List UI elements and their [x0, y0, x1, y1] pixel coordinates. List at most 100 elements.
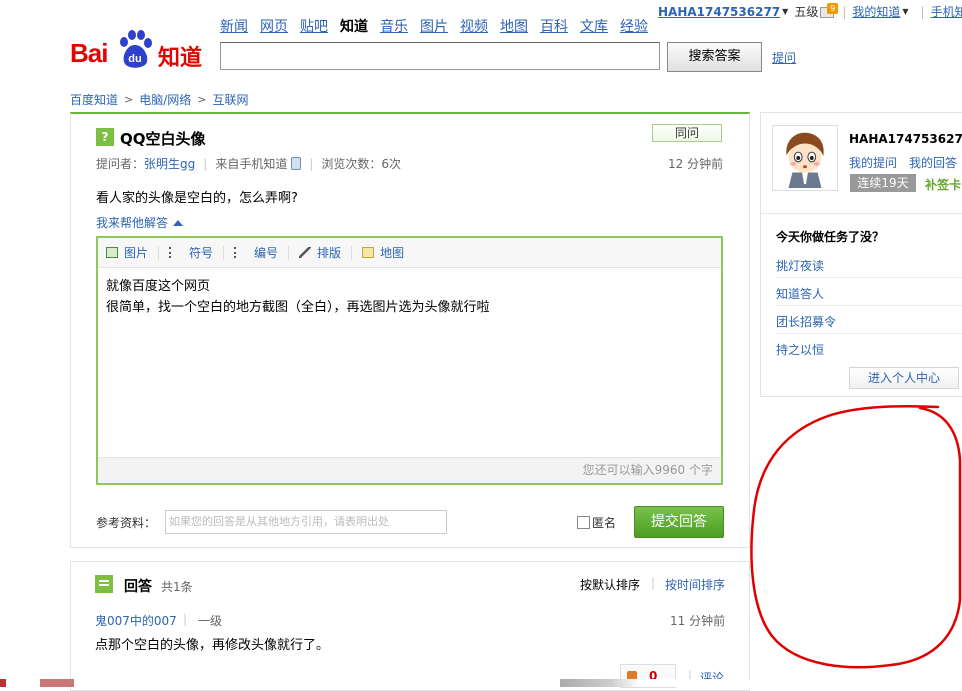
divider: |	[842, 4, 847, 19]
toolbar-picture-button[interactable]: 图片	[106, 244, 148, 261]
toolbar-layout-button[interactable]: 排版	[299, 244, 341, 261]
nav-item-images[interactable]: 图片	[420, 16, 448, 36]
ask-question-link[interactable]: 提问	[772, 49, 796, 66]
task-link[interactable]: 知道答人	[776, 285, 824, 302]
question-meta: 提问者： 张明生gg | 来自手机知道 | 浏览次数：6次	[96, 155, 401, 172]
divider	[776, 305, 962, 306]
message-icon[interactable]: 9	[820, 2, 839, 19]
divider: |	[920, 4, 925, 19]
user-toolbar: HAHA1747536277 ▼ 五级 9 | 我的知道 ▼ | 手机知道	[658, 2, 962, 20]
divider: |	[203, 156, 208, 171]
question-body: 看人家的头像是空白的，怎么弄啊?	[96, 191, 298, 206]
nav-item-map[interactable]: 地图	[500, 16, 528, 36]
sidebar-username-text: HAHA1747536277	[849, 132, 962, 146]
help-answer-toggle[interactable]: 我来帮他解答	[96, 214, 184, 231]
answer-editor[interactable]: 图片 符号 编号 排版 地图 就像百度这个网页 很简单，找一个空白的地方截图（全…	[96, 236, 723, 485]
toolbar-map-button[interactable]: 地图	[362, 244, 404, 261]
divider	[351, 245, 353, 260]
answer-time: 11 分钟前	[670, 614, 726, 628]
question-source: 来自手机知道	[215, 157, 288, 171]
character-counter: 您还可以输入9960 个字	[98, 457, 721, 483]
task-link[interactable]: 团长招募令	[776, 313, 836, 330]
toolbar-layout-label: 排版	[317, 246, 342, 260]
nav-item-jingyan[interactable]: 经验	[620, 16, 648, 36]
breadcrumb-subcategory[interactable]: 互联网	[213, 91, 249, 108]
reference-input[interactable]: 如果您的回答是从其他地方引用，请表明出处	[165, 510, 447, 534]
sort-default-link[interactable]: 按默认排序	[580, 576, 640, 593]
logo-du-text: du	[128, 53, 141, 65]
checkbox-icon[interactable]	[577, 516, 590, 529]
my-answers-link[interactable]: 我的回答	[909, 154, 957, 171]
chevron-down-icon[interactable]: ▼	[902, 7, 908, 16]
phone-icon	[291, 157, 302, 170]
question-title: QQ空白头像	[120, 130, 206, 148]
breadcrumb-category[interactable]: 电脑/网络	[139, 91, 191, 108]
personal-center-button[interactable]: 进入个人中心	[849, 367, 959, 389]
chevron-down-icon[interactable]: ▼	[782, 7, 788, 16]
tasks-title: 今天你做任务了没？	[776, 230, 885, 244]
submit-answer-button[interactable]: 提交回答	[634, 506, 724, 538]
nav-item-news[interactable]: 新闻	[220, 16, 248, 36]
sort-by-time-link[interactable]: 按时间排序	[665, 576, 725, 593]
chevron-right-icon: >	[197, 93, 207, 106]
map-icon	[362, 247, 375, 258]
reference-label: 参考资料：	[96, 516, 157, 530]
task-link[interactable]: 挑灯夜读	[776, 257, 824, 274]
divider	[776, 333, 962, 334]
question-mark-icon: ?	[96, 128, 114, 146]
picture-icon	[106, 247, 118, 258]
toolbar-picture-label: 图片	[124, 246, 149, 260]
baidu-zhidao-logo[interactable]: Bai du 知道	[70, 26, 210, 72]
question-time: 12 分钟前	[668, 157, 724, 171]
nav-item-music[interactable]: 音乐	[380, 16, 408, 36]
nav-item-web[interactable]: 网页	[260, 16, 288, 36]
mobile-zhidao-link[interactable]: 手机知道	[931, 3, 962, 20]
task-link[interactable]: 持之以恒	[776, 341, 824, 358]
toolbar-numbering-button[interactable]: 编号	[234, 244, 278, 261]
bottom-edge-strip	[0, 679, 962, 687]
red-circle-annotation	[750, 404, 962, 669]
my-questions-link[interactable]: 我的提问	[849, 154, 897, 171]
chevron-right-icon: >	[124, 93, 134, 106]
answer-user-level: 一级	[198, 614, 223, 628]
view-count: 浏览次数：6次	[321, 157, 402, 171]
nav-item-zhidao[interactable]: 知道	[340, 16, 368, 36]
logo-bai-text: Bai	[70, 38, 108, 68]
asker-label: 提问者：	[96, 157, 145, 171]
editor-toolbar: 图片 符号 编号 排版 地图	[98, 238, 721, 268]
paw-logo-icon: du	[120, 30, 152, 68]
signin-streak-badge: 连续19天	[850, 174, 916, 192]
toolbar-map-label: 地图	[380, 246, 405, 260]
symbol-icon	[169, 247, 183, 258]
toolbar-symbol-button[interactable]: 符号	[169, 244, 213, 261]
divider	[761, 213, 962, 214]
breadcrumb-home[interactable]: 百度知道	[70, 91, 118, 108]
editor-line: 很简单，找一个空白的地方截图（全白），再选图片选为头像就行啦	[106, 300, 490, 315]
editor-line: 就像百度这个网页	[106, 279, 211, 294]
anonymous-checkbox[interactable]: 匿名	[577, 514, 616, 531]
magic-wand-icon	[299, 247, 312, 258]
product-nav: 新闻 网页 贴吧 知道 音乐 图片 视频 地图 百科 文库 经验	[220, 16, 660, 36]
sidebar-username[interactable]: HAHA1747536277 五	[849, 130, 962, 147]
same-question-button[interactable]: 同问	[652, 124, 722, 142]
user-level: 五级	[794, 5, 819, 19]
divider: |	[309, 156, 314, 171]
username-link[interactable]: HAHA1747536277	[658, 5, 780, 19]
answer-user-link[interactable]: 鬼007中的007	[95, 612, 177, 629]
help-answer-label: 我来帮他解答	[96, 216, 169, 230]
editor-content[interactable]: 就像百度这个网页 很简单，找一个空白的地方截图（全白），再选图片选为头像就行啦	[106, 276, 490, 318]
nav-item-tieba[interactable]: 贴吧	[300, 16, 328, 36]
answers-title: 回答	[124, 579, 152, 595]
nav-item-video[interactable]: 视频	[460, 16, 488, 36]
my-zhidao-link[interactable]: 我的知道	[852, 3, 900, 20]
nav-item-baike[interactable]: 百科	[540, 16, 568, 36]
toolbar-symbol-label: 符号	[189, 246, 214, 260]
divider: |	[183, 612, 188, 626]
divider	[288, 245, 290, 260]
avatar[interactable]	[772, 125, 838, 191]
nav-item-wenku[interactable]: 文库	[580, 16, 608, 36]
search-input[interactable]	[220, 42, 660, 70]
search-answers-button[interactable]: 搜索答案	[667, 42, 762, 72]
makeup-signin-card-link[interactable]: 补签卡	[925, 176, 961, 193]
asker-link[interactable]: 张明生gg	[144, 155, 195, 172]
